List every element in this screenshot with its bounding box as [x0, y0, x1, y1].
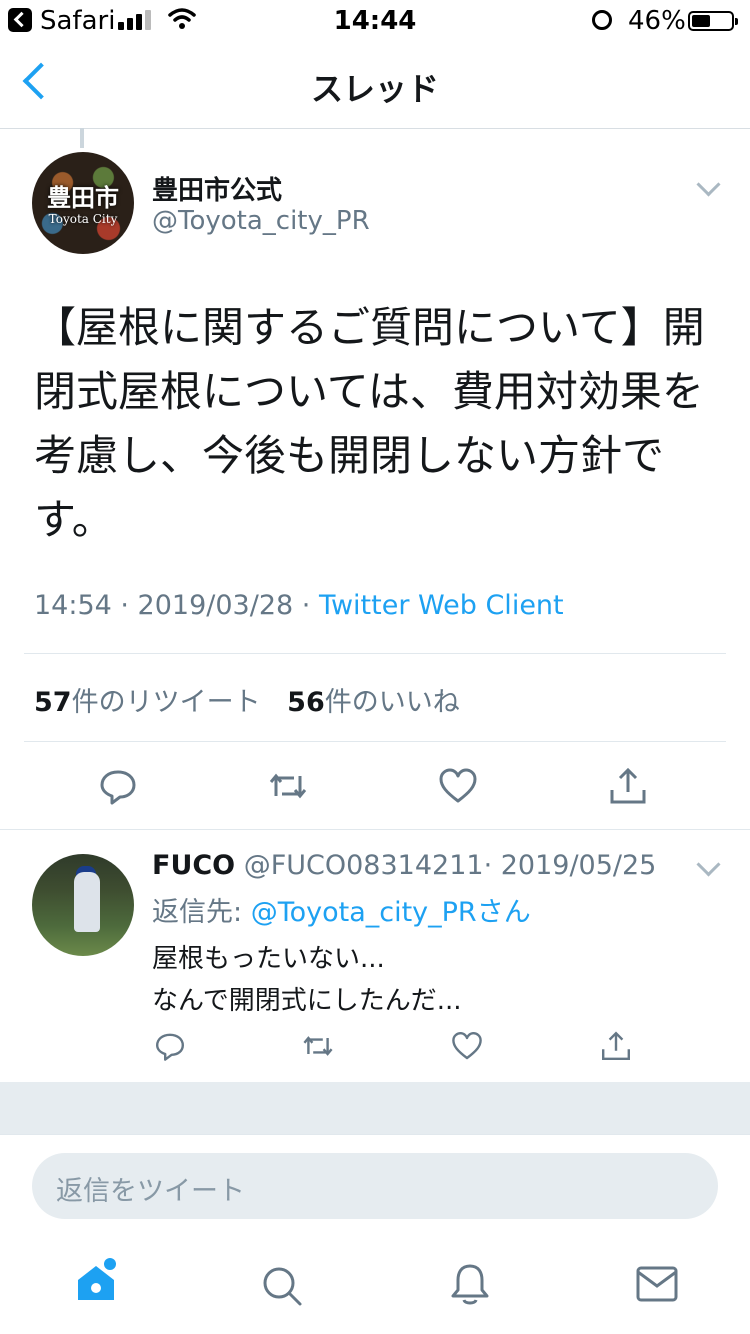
avatar[interactable] [32, 854, 134, 956]
retweet-count: 57 [34, 687, 72, 718]
author-handle[interactable]: @Toyota_city_PR [152, 206, 370, 236]
orientation-lock-icon [592, 10, 612, 30]
chevron-down-icon[interactable] [696, 852, 721, 877]
reply-text-line: なんで開閉式にしたんだ... [152, 986, 462, 1016]
avatar-subtext: Toyota City [48, 212, 118, 226]
battery-percent: 46% [628, 6, 686, 36]
retweet-icon[interactable] [268, 766, 308, 806]
notifications-icon[interactable] [450, 1262, 490, 1308]
retweet-stat[interactable]: 57件のリツイート [34, 687, 261, 718]
reply-date: · 2019/05/25 [483, 850, 657, 881]
divider [0, 829, 750, 830]
reply-to-link[interactable]: @Toyota_city_PRさん [251, 897, 531, 928]
tab-bar [0, 1240, 750, 1334]
divider [24, 741, 726, 742]
share-icon[interactable] [608, 766, 648, 806]
avatar[interactable]: 豊田市 Toyota City [32, 152, 134, 254]
page-title: スレッド [310, 70, 439, 108]
reply-composer[interactable]: 返信をツイート [32, 1153, 718, 1219]
status-bar: Safari 14:44 46% [0, 0, 750, 40]
navigation-bar: スレッド [0, 40, 750, 129]
tweet-timestamp: 14:54 · 2019/03/28 · [34, 590, 319, 621]
retweet-label: 件のリツイート [71, 687, 261, 718]
reply-author-handle[interactable]: @FUCO08314211 [244, 850, 484, 881]
home-icon[interactable] [74, 1258, 120, 1304]
tweet-client-link[interactable]: Twitter Web Client [319, 590, 564, 621]
tweet-stats: 57件のリツイート 56件のいいね [34, 680, 460, 719]
chevron-down-icon[interactable] [696, 172, 721, 197]
like-label: 件のいいね [324, 687, 460, 718]
author-name[interactable]: 豊田市公式 [152, 170, 282, 207]
reply-header: FUCO @FUCO08314211· 2019/05/25 [152, 850, 656, 881]
divider [24, 653, 726, 654]
reply-to-label: 返信先: [152, 897, 251, 928]
reply-placeholder: 返信をツイート [56, 1176, 245, 1207]
tweet-meta: 14:54 · 2019/03/28 · Twitter Web Client [34, 590, 564, 621]
reply-icon[interactable] [154, 1030, 186, 1062]
reply-text-line: 屋根もったいない... [152, 944, 385, 974]
share-icon[interactable] [600, 1030, 632, 1062]
avatar-text: 豊田市 [47, 183, 119, 212]
divider [0, 1134, 750, 1135]
battery-icon [688, 11, 738, 31]
retweet-icon[interactable] [302, 1030, 334, 1062]
thread-end-band [0, 1082, 750, 1134]
messages-icon[interactable] [636, 1266, 678, 1302]
avatar-photo-figure [74, 872, 100, 932]
tweet-text: 【屋根に関するご質問について】開閉式屋根については、費用対効果を考慮し、今後も開… [34, 303, 705, 544]
like-icon[interactable] [438, 766, 478, 806]
like-icon[interactable] [451, 1030, 483, 1062]
reply-icon[interactable] [98, 766, 138, 806]
thread-connector [80, 128, 84, 148]
reply-text: 屋根もったいない... なんで開閉式にしたんだ... [152, 938, 462, 1022]
like-count: 56 [287, 687, 325, 718]
reply-to: 返信先: @Toyota_city_PRさん [152, 890, 531, 929]
like-stat[interactable]: 56件のいいね [287, 687, 460, 718]
reply-author-name[interactable]: FUCO [152, 850, 235, 881]
search-icon[interactable] [260, 1264, 304, 1308]
